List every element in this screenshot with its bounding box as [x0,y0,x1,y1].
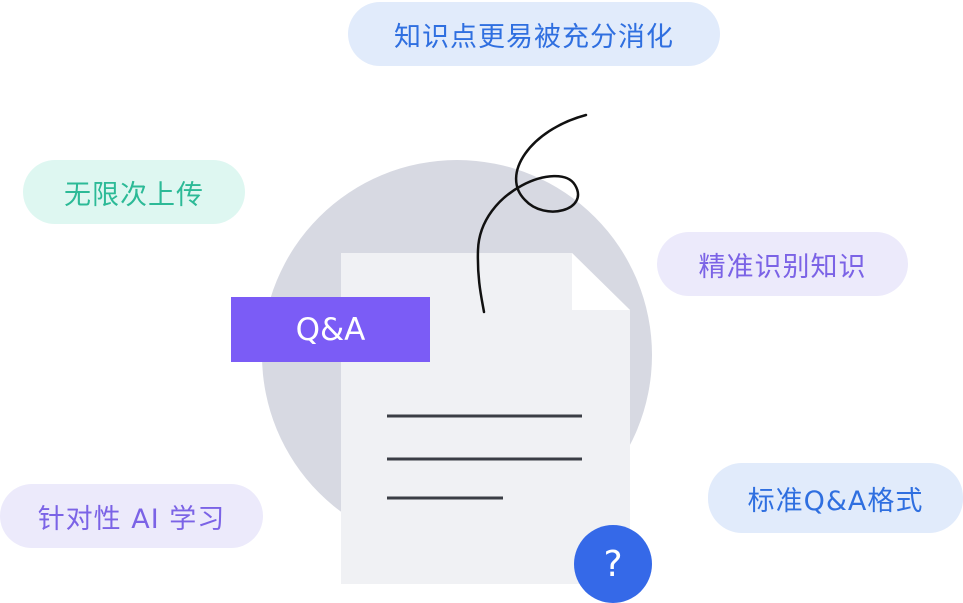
qa-tag-label: Q&A [295,311,366,348]
question-badge-label: ? [603,543,623,585]
feature-label: 知识点更易被充分消化 [394,21,674,53]
feature-pill-qa-format: 标准Q&A格式 [708,463,963,533]
feature-pill-digestion: 知识点更易被充分消化 [348,2,720,66]
feature-pill-targeted-ai-learning: 针对性 AI 学习 [0,484,263,548]
feature-pill-unlimited-upload: 无限次上传 [23,160,245,224]
qa-tag: Q&A [231,297,430,362]
feature-label: 针对性 AI 学习 [37,503,226,535]
document-fold [572,253,630,310]
illustration-stage: Q&A ? 知识点更易被充分消化 无限次上传 精准识别知识 标准Q&A格式 针对… [0,0,963,603]
feature-label: 无限次上传 [64,179,204,211]
question-mark-icon: ? [574,525,652,603]
feature-pill-precise-recognition: 精准识别知识 [657,232,908,296]
feature-label: 精准识别知识 [698,251,867,283]
feature-label: 标准Q&A格式 [747,485,924,517]
